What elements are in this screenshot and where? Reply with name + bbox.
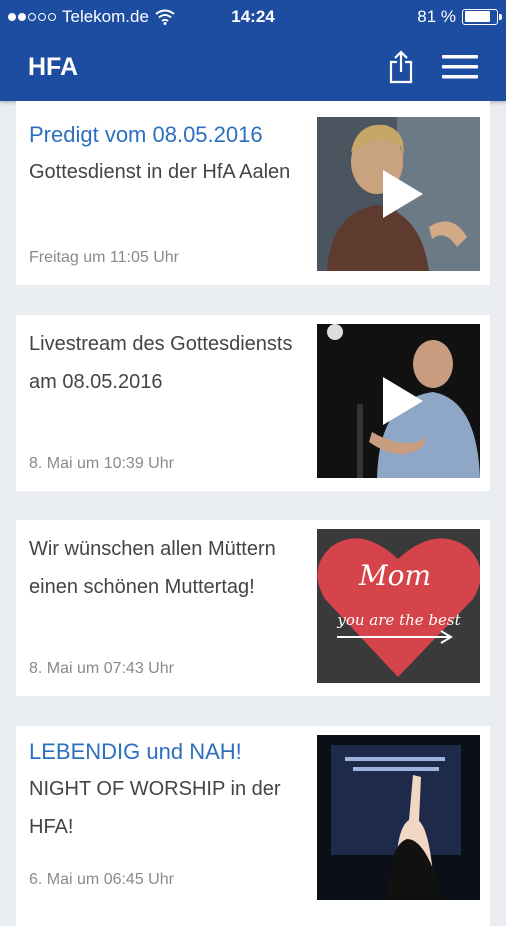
battery-percent: 81 % xyxy=(417,6,456,26)
post-time: 8. Mai um 07:43 Uhr xyxy=(29,660,174,677)
post-headline[interactable]: Predigt vom 08.05.2016 xyxy=(29,117,301,153)
post-body: NIGHT OF WORSHIP in der HFA! xyxy=(29,778,281,838)
carrier-label: Telekom.de xyxy=(62,6,149,26)
clock: 14:24 xyxy=(231,6,275,26)
carrier-group: Telekom.de xyxy=(8,7,175,27)
post-thumbnail[interactable] xyxy=(317,735,480,900)
signal-icon xyxy=(8,12,56,21)
post-card[interactable]: Livestream des Gottesdiensts am 08.05.20… xyxy=(16,315,490,491)
thumb-text-best: you are the best xyxy=(336,611,461,629)
post-time: Freitag um 11:05 Uhr xyxy=(29,249,179,266)
post-headline[interactable]: LEBENDIG und NAH! xyxy=(29,734,301,770)
post-thumbnail[interactable] xyxy=(317,117,480,271)
post-time: 6. Mai um 06:45 Uhr xyxy=(29,871,174,888)
hamburger-menu-icon[interactable] xyxy=(442,54,478,80)
post-card[interactable]: LEBENDIG und NAH! NIGHT OF WORSHIP in de… xyxy=(16,726,490,926)
post-body: Gottesdienst in der HfA Aalen xyxy=(29,161,291,183)
app-bar: HFA xyxy=(0,33,506,101)
play-icon[interactable] xyxy=(382,377,423,425)
post-time: 8. Mai um 10:39 Uhr xyxy=(29,455,174,472)
wifi-icon xyxy=(155,9,175,25)
battery-group: 81 % xyxy=(417,6,502,27)
play-icon[interactable] xyxy=(382,170,423,218)
post-card[interactable]: Predigt vom 08.05.2016 Gottesdienst in d… xyxy=(16,101,490,285)
post-body: Livestream des Gottesdiensts am 08.05.20… xyxy=(29,333,293,393)
post-card[interactable]: Wir wünschen allen Müttern einen schönen… xyxy=(16,520,490,696)
post-body: Wir wünschen allen Müttern einen schönen… xyxy=(29,538,276,598)
thumb-text-mom: Mom xyxy=(358,559,431,592)
app-title: HFA xyxy=(28,52,78,81)
battery-icon xyxy=(462,8,502,25)
post-thumbnail[interactable] xyxy=(317,324,480,478)
share-icon[interactable] xyxy=(388,50,414,84)
post-thumbnail[interactable]: Mom you are the best xyxy=(317,529,480,683)
status-bar: Telekom.de 14:24 81 % xyxy=(0,0,506,33)
